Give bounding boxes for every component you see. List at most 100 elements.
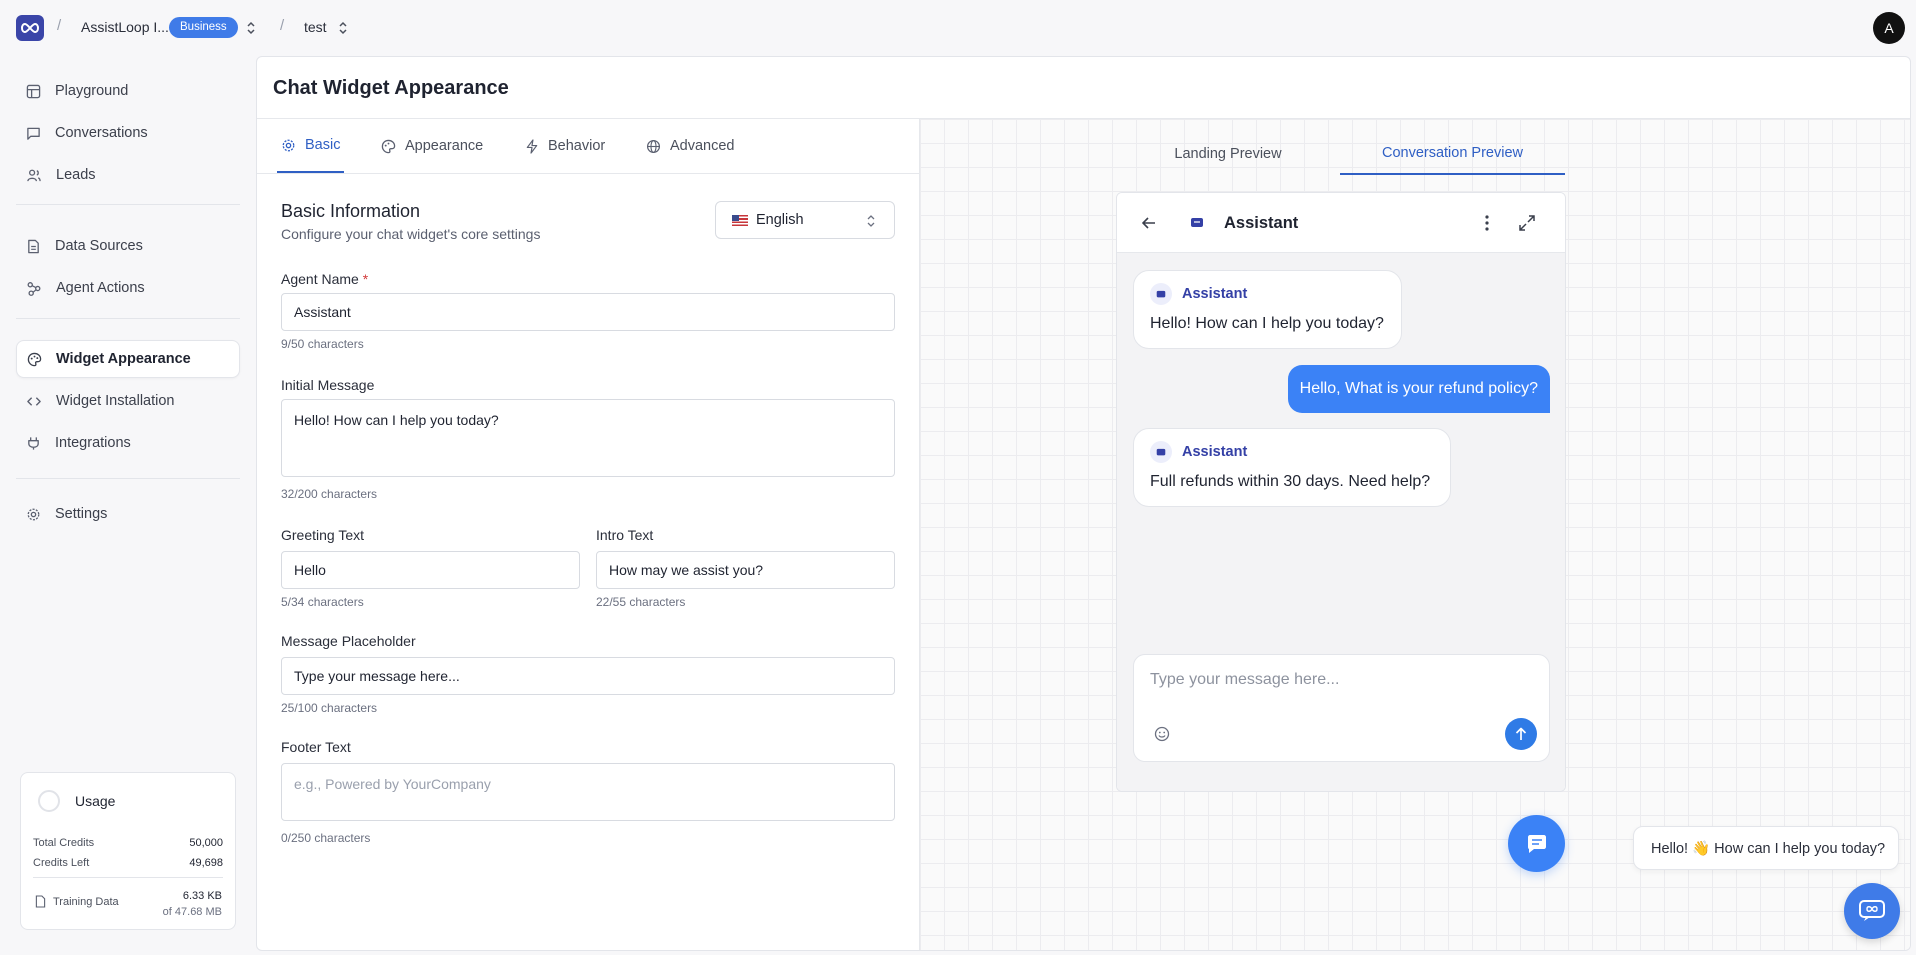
us-flag-icon	[732, 214, 748, 226]
org-name[interactable]: AssistLoop I...	[81, 19, 169, 35]
sidebar-item-integrations[interactable]: Integrations	[16, 424, 240, 462]
credits-left-label: Credits Left	[33, 857, 90, 869]
total-credits-label: Total Credits	[33, 837, 95, 849]
required-mark: *	[362, 271, 369, 287]
footer-text-counter: 0/250 characters	[281, 831, 371, 845]
main-panel: Chat Widget Appearance Basic Appearance …	[256, 56, 1911, 951]
org-switcher-icon[interactable]	[245, 20, 257, 36]
message-composer[interactable]: Type your message here...	[1133, 654, 1550, 762]
sidebar-item-label: Conversations	[55, 125, 148, 141]
bot-message-header: Assistant	[1150, 283, 1385, 305]
bot-avatar-icon	[1186, 212, 1208, 234]
sidebar-item-conversations[interactable]: Conversations	[16, 114, 240, 152]
support-chat-button[interactable]	[1844, 883, 1900, 939]
main-header: Chat Widget Appearance	[257, 57, 1910, 119]
composer-placeholder: Type your message here...	[1150, 671, 1340, 688]
training-used: 6.33 KB	[182, 890, 222, 902]
chevron-updown-icon	[867, 215, 875, 227]
sidebar-item-widget-installation[interactable]: Widget Installation	[16, 382, 240, 420]
total-credits-value: 50,000	[189, 837, 223, 849]
sidebar-item-label: Widget Appearance	[56, 351, 191, 367]
widget-launcher-button[interactable]	[1508, 815, 1565, 872]
training-data-value: 6.33 KB of 47.68 MB	[163, 888, 222, 920]
chat-bubble-icon	[1859, 900, 1885, 921]
more-vertical-icon[interactable]	[1484, 214, 1490, 232]
file-icon	[35, 895, 46, 908]
message-placeholder-input[interactable]: Type your message here...	[281, 657, 895, 695]
project-name[interactable]: test	[304, 19, 327, 35]
globe-icon	[646, 139, 661, 153]
section-subtitle: Configure your chat widget's core settin…	[281, 226, 541, 242]
tab-conversation-preview[interactable]: Conversation Preview	[1340, 133, 1565, 175]
sidebar-item-label: Settings	[55, 506, 108, 522]
sidebar-item-label: Integrations	[55, 435, 131, 451]
widget-title: Assistant	[1224, 214, 1299, 232]
app-logo[interactable]	[16, 15, 44, 41]
training-data-label: Training Data	[53, 896, 119, 908]
palette-icon	[27, 352, 42, 366]
intro-text-input[interactable]: How may we assist you?	[596, 551, 895, 589]
arrow-up-icon	[1515, 727, 1527, 740]
bot-message: Assistant Full refunds within 30 days. N…	[1133, 428, 1451, 507]
bot-avatar-icon	[1150, 441, 1172, 463]
gear-icon	[282, 139, 295, 151]
message-placeholder-counter: 25/100 characters	[281, 701, 378, 715]
code-icon	[27, 396, 41, 406]
send-button[interactable]	[1505, 718, 1537, 750]
expand-icon[interactable]	[1518, 214, 1536, 232]
top-bar: / AssistLoop I... Business / test A	[0, 0, 1916, 56]
tab-label: Advanced	[670, 138, 735, 154]
page-title: Chat Widget Appearance	[273, 77, 509, 99]
sidebar-item-label: Data Sources	[55, 238, 143, 254]
sidebar-item-leads[interactable]: Leads	[16, 156, 240, 194]
tab-advanced[interactable]: Advanced	[646, 119, 735, 173]
sidebar-item-label: Agent Actions	[56, 280, 145, 296]
initial-message-counter: 32/200 characters	[281, 487, 378, 501]
label-text: Agent Name	[281, 271, 359, 287]
chat-messages: Assistant Hello! How can I help you toda…	[1117, 253, 1565, 791]
sidebar-item-widget-appearance[interactable]: Widget Appearance	[16, 340, 240, 378]
sidebar-item-playground[interactable]: Playground	[16, 72, 240, 110]
language-select[interactable]: English	[715, 201, 895, 239]
usage-card: Usage Total Credits 50,000 Credits Left …	[20, 772, 236, 930]
sidebar-item-data-sources[interactable]: Data Sources	[16, 227, 240, 265]
tab-appearance[interactable]: Appearance	[381, 119, 483, 173]
footer-text-textarea[interactable]: e.g., Powered by YourCompany	[281, 763, 895, 821]
emoji-icon[interactable]	[1154, 726, 1170, 742]
tab-label: Basic	[305, 137, 341, 153]
sidebar-divider	[16, 318, 240, 319]
infinity-icon	[21, 22, 39, 34]
user-avatar[interactable]: A	[1873, 12, 1905, 44]
breadcrumb-separator: /	[57, 17, 62, 34]
file-text-icon	[28, 239, 39, 253]
back-arrow-icon[interactable]	[1141, 215, 1157, 231]
greeting-popup[interactable]: Hello! 👋 How can I help you today?	[1633, 826, 1899, 870]
sidebar-item-settings[interactable]: Settings	[16, 495, 240, 533]
footer-text-label: Footer Text	[281, 739, 351, 755]
greeting-text-input[interactable]: Hello	[281, 551, 580, 589]
palette-icon	[381, 139, 396, 153]
breadcrumb-separator: /	[280, 17, 285, 34]
agent-name-label: Agent Name *	[281, 271, 368, 287]
gear-icon	[27, 508, 40, 520]
sidebar-item-label: Playground	[55, 83, 129, 99]
training-total: of 47.68 MB	[162, 906, 222, 918]
sidebar-divider	[16, 478, 240, 479]
intro-text-label: Intro Text	[596, 527, 654, 543]
tab-behavior[interactable]: Behavior	[525, 119, 605, 173]
plug-icon	[28, 436, 39, 450]
chat-widget-preview: Assistant Assistant Hello! How can I hel…	[1116, 192, 1566, 792]
plan-badge: Business	[169, 17, 238, 38]
tab-landing-preview[interactable]: Landing Preview	[1116, 133, 1340, 175]
sidebar-item-agent-actions[interactable]: Agent Actions	[16, 269, 240, 307]
tab-basic[interactable]: Basic	[277, 119, 345, 173]
project-switcher-icon[interactable]	[337, 20, 349, 36]
agent-name-counter: 9/50 characters	[281, 337, 364, 351]
chat-bubble-icon	[1527, 834, 1546, 853]
agent-name-input[interactable]: Assistant	[281, 293, 895, 331]
section-title: Basic Information	[281, 201, 421, 221]
initial-message-textarea[interactable]: Hello! How can I help you today?	[281, 399, 895, 477]
initial-message-label: Initial Message	[281, 377, 375, 393]
message-text: Hello! How can I help you today?	[1150, 315, 1384, 332]
workflow-icon	[27, 281, 41, 296]
